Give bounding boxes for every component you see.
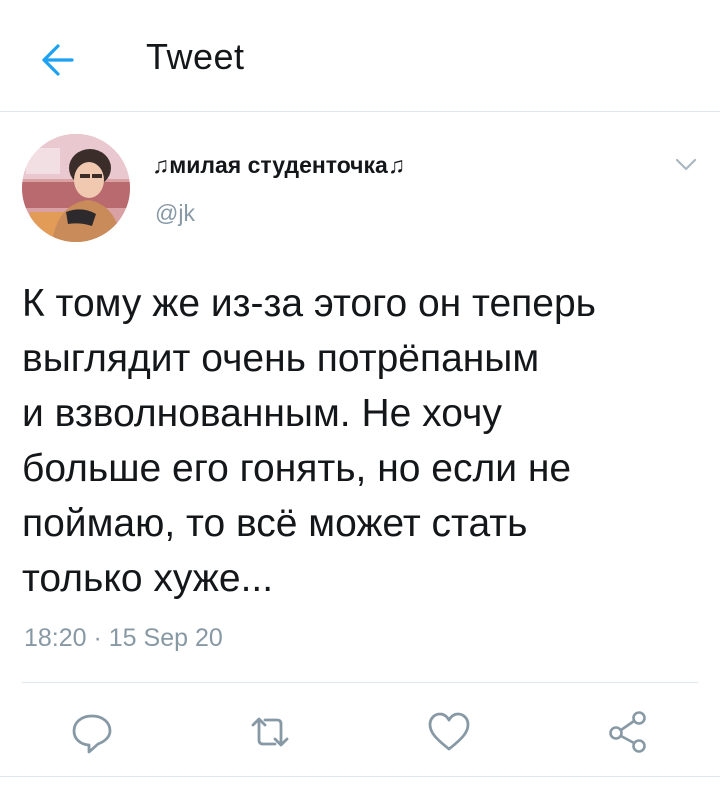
author-display-name: ♫милая студенточка♫ — [152, 152, 406, 178]
divider — [22, 682, 698, 683]
like-button[interactable] — [425, 708, 473, 756]
like-icon — [428, 712, 470, 751]
share-icon — [609, 711, 646, 753]
chevron-down-icon — [675, 158, 697, 171]
page-title: Tweet — [146, 36, 245, 77]
divider — [0, 776, 720, 777]
tweet-menu-button[interactable] — [672, 152, 700, 176]
retweet-button[interactable] — [246, 708, 294, 756]
share-button[interactable] — [604, 708, 652, 756]
tweet-actions — [0, 700, 720, 770]
author-handle[interactable]: @jk — [155, 200, 195, 227]
back-button[interactable] — [32, 40, 76, 80]
reply-icon — [72, 714, 112, 754]
arrow-left-icon — [42, 44, 74, 76]
retweet-icon — [251, 717, 289, 747]
top-app-bar: Tweet — [0, 0, 720, 112]
avatar[interactable] — [22, 134, 130, 242]
tweet-text: К тому же из-за этого он теперь выглядит… — [22, 282, 596, 600]
tweet-timestamp[interactable]: 18:20 · 15 Sep 20 — [24, 624, 223, 653]
avatar-image — [22, 134, 130, 242]
reply-button[interactable] — [68, 708, 116, 756]
